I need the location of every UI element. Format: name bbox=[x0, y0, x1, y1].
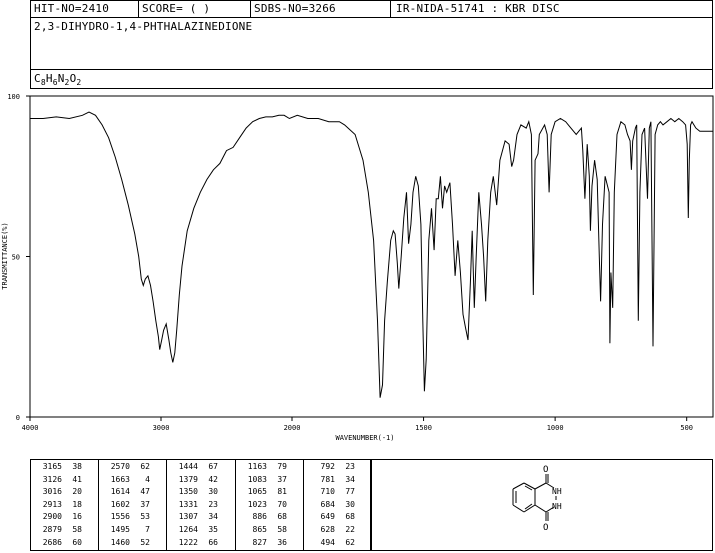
peak-transmittance: 34 bbox=[345, 474, 355, 484]
peak-wavenumber: 628 bbox=[320, 525, 335, 534]
peak-transmittance: 23 bbox=[345, 462, 355, 471]
peak-wavenumber: 1602 bbox=[110, 499, 130, 509]
peak-transmittance: 37 bbox=[140, 499, 150, 509]
peak-transmittance: 23 bbox=[208, 499, 218, 509]
peak-wavenumber: 3126 bbox=[42, 474, 62, 484]
peak-wavenumber: 649 bbox=[320, 512, 335, 522]
x-axis-label: WAVENUMBER(-1) bbox=[335, 434, 394, 442]
peak-wavenumber: 1460 bbox=[110, 537, 130, 547]
peak-wavenumber: 2570 bbox=[110, 462, 130, 471]
peak-transmittance: 22 bbox=[345, 525, 355, 534]
peak-wavenumber: 2900 bbox=[42, 512, 62, 522]
peak-transmittance: 66 bbox=[208, 537, 218, 547]
peak-wavenumber: 1264 bbox=[178, 525, 198, 534]
y-tick-label-0: 0 bbox=[16, 414, 20, 422]
peak-transmittance: 81 bbox=[277, 487, 287, 497]
benzene-ring bbox=[512, 482, 536, 513]
peak-transmittance: 20 bbox=[72, 487, 82, 497]
peak-transmittance: 58 bbox=[277, 525, 287, 534]
peak-transmittance: 42 bbox=[208, 474, 218, 484]
peak-wavenumber: 865 bbox=[252, 525, 267, 534]
peak-wavenumber: 1379 bbox=[178, 474, 198, 484]
y-axis-ticks: 0 50 100 bbox=[7, 93, 30, 422]
peak-transmittance: 77 bbox=[345, 487, 355, 497]
peak-transmittance: 38 bbox=[72, 462, 82, 471]
x-tick-label-1000: 1000 bbox=[547, 424, 564, 432]
peak-table-vsep-2 bbox=[166, 459, 167, 551]
peak-wavenumber: 1307 bbox=[178, 512, 198, 522]
peak-transmittance: 35 bbox=[208, 525, 218, 534]
peak-wavenumber: 1083 bbox=[247, 474, 267, 484]
carbonyl-oxygen-top: O bbox=[543, 465, 548, 475]
peak-wavenumber: 684 bbox=[320, 499, 335, 509]
peak-transmittance: 68 bbox=[277, 512, 287, 522]
x-tick-label-3000: 3000 bbox=[153, 424, 170, 432]
peak-wavenumber: 2686 bbox=[42, 537, 62, 547]
x-tick-label-500: 500 bbox=[680, 424, 693, 432]
peak-transmittance: 62 bbox=[140, 462, 150, 471]
peak-wavenumber: 1444 bbox=[178, 462, 198, 471]
peak-table-vsep-4 bbox=[303, 459, 304, 551]
peak-wavenumber: 3165 bbox=[42, 462, 62, 471]
peak-transmittance: 58 bbox=[72, 525, 82, 534]
peak-transmittance: 34 bbox=[208, 512, 218, 522]
y-tick-label-50: 50 bbox=[12, 254, 20, 262]
peak-wavenumber: 781 bbox=[320, 474, 335, 484]
peak-wavenumber: 1163 bbox=[247, 462, 267, 471]
peak-transmittance: 62 bbox=[345, 537, 355, 547]
peak-wavenumber: 1495 bbox=[110, 525, 130, 534]
peak-transmittance: 30 bbox=[345, 499, 355, 509]
peak-table-vsep-1 bbox=[98, 459, 99, 551]
peak-transmittance: 4 bbox=[145, 474, 150, 484]
nh-label-top: NH bbox=[552, 487, 562, 496]
peak-wavenumber: 1023 bbox=[247, 499, 267, 509]
peak-wavenumber: 886 bbox=[252, 512, 267, 522]
peak-transmittance: 37 bbox=[277, 474, 287, 484]
peak-transmittance: 68 bbox=[345, 512, 355, 522]
x-tick-label-1500: 1500 bbox=[415, 424, 432, 432]
peak-wavenumber: 710 bbox=[320, 487, 335, 497]
peak-transmittance: 79 bbox=[277, 462, 287, 471]
structure-diagram: O O NH NH bbox=[512, 465, 562, 533]
plot-frame bbox=[29, 95, 714, 418]
x-axis-ticks: 4000 3000 2000 1500 1000 500 bbox=[22, 417, 693, 432]
peak-transmittance: 60 bbox=[72, 537, 82, 547]
peak-wavenumber: 827 bbox=[252, 537, 267, 547]
peak-transmittance: 67 bbox=[208, 462, 218, 471]
y-axis-label: TRANSMITTANCE(%) bbox=[1, 222, 9, 289]
peak-transmittance: 70 bbox=[277, 499, 287, 509]
peak-table-vsep-3 bbox=[235, 459, 236, 551]
spectrum-line bbox=[30, 111, 713, 398]
peak-transmittance: 47 bbox=[140, 487, 150, 497]
peak-transmittance: 16 bbox=[72, 512, 82, 522]
peak-wavenumber: 494 bbox=[320, 537, 335, 547]
peak-wavenumber: 2879 bbox=[42, 525, 62, 534]
carbonyl-oxygen-bottom: O bbox=[543, 523, 548, 533]
peak-transmittance: 18 bbox=[72, 499, 82, 509]
ir-spectrum-chart: 0 50 100 4000 3000 2000 1500 1000 500 WAVENUMBE… bbox=[1, 93, 714, 442]
peak-wavenumber: 1614 bbox=[110, 487, 130, 497]
peak-transmittance: 53 bbox=[140, 512, 150, 522]
peak-transmittance: 30 bbox=[208, 487, 218, 497]
peak-wavenumber: 2913 bbox=[42, 499, 62, 509]
peak-transmittance: 7 bbox=[145, 525, 150, 534]
hydrazide-ring bbox=[534, 474, 557, 521]
peak-transmittance: 36 bbox=[277, 537, 287, 547]
peak-wavenumber: 1663 bbox=[110, 474, 130, 484]
nh-label-bottom: NH bbox=[552, 502, 562, 511]
peak-wavenumber: 1222 bbox=[178, 537, 198, 547]
peak-wavenumber: 1331 bbox=[178, 499, 198, 509]
peak-wavenumber: 1065 bbox=[247, 487, 267, 497]
x-tick-label-4000: 4000 bbox=[22, 424, 39, 432]
peak-wavenumber: 1350 bbox=[178, 487, 198, 497]
x-tick-label-2000: 2000 bbox=[284, 424, 301, 432]
peak-transmittance: 41 bbox=[72, 474, 82, 484]
peak-wavenumber: 1556 bbox=[110, 512, 130, 522]
peak-wavenumber: 3016 bbox=[42, 487, 62, 497]
y-tick-label-100: 100 bbox=[7, 93, 20, 101]
peak-transmittance: 52 bbox=[140, 537, 150, 547]
peak-wavenumber: 792 bbox=[320, 462, 335, 471]
